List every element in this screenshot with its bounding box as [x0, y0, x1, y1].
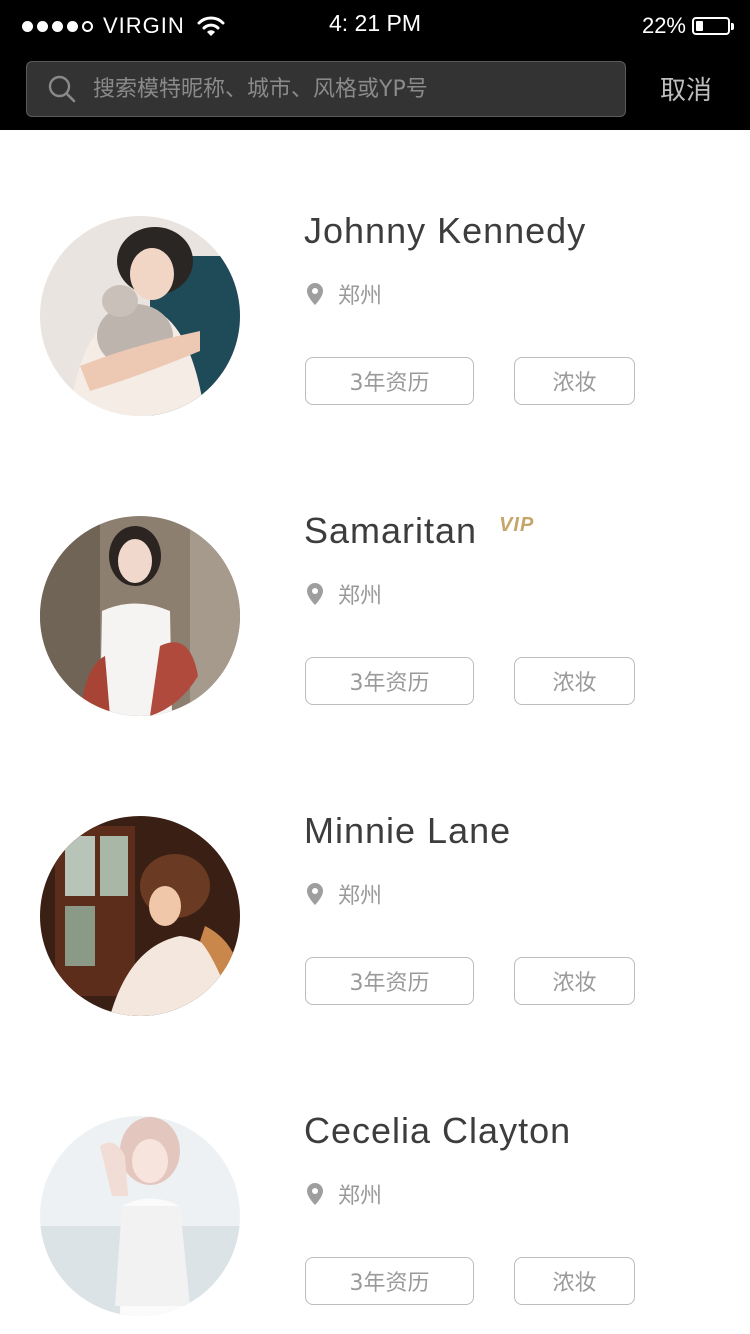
tag-group: 3年资历 浓妆 [305, 1257, 635, 1305]
tag-group: 3年资历 浓妆 [305, 657, 635, 705]
avatar[interactable] [40, 1116, 240, 1316]
location-row: 郑州 [306, 878, 382, 910]
model-name[interactable]: Johnny Kennedy [304, 210, 586, 252]
tag-group: 3年资历 浓妆 [305, 357, 635, 405]
name-row: Samaritan VIP [304, 510, 534, 552]
name-row: Minnie Lane [304, 810, 533, 852]
avatar-photo [40, 1116, 240, 1316]
location-row: 郑州 [306, 578, 382, 610]
city-label: 郑州 [338, 1184, 383, 1209]
battery-nub [731, 23, 734, 30]
vip-badge: VIP [499, 513, 535, 536]
avatar[interactable] [40, 216, 240, 416]
model-name[interactable]: Minnie Lane [304, 810, 511, 852]
search-box[interactable] [26, 61, 626, 117]
location-pin-icon [307, 883, 323, 905]
name-row: Johnny Kennedy [304, 210, 608, 252]
battery-icon [692, 17, 734, 35]
avatar-photo [40, 816, 240, 1016]
city-label: 郑州 [338, 284, 383, 309]
name-row: Cecelia Clayton [304, 1110, 593, 1152]
experience-tag: 3年资历 [305, 357, 474, 405]
model-list-item[interactable]: Cecelia Clayton 郑州 3年资历 浓妆 [0, 1030, 750, 1330]
model-list: Johnny Kennedy 郑州 3年资历 浓妆 Samaritan VIP … [0, 130, 750, 1330]
cancel-button[interactable]: 取消 [660, 70, 712, 107]
avatar[interactable] [40, 816, 240, 1016]
location-pin-icon [307, 583, 323, 605]
location-pin-icon [307, 1183, 323, 1205]
model-list-item[interactable]: Samaritan VIP 郑州 3年资历 浓妆 [0, 430, 750, 730]
search-icon [48, 75, 76, 103]
experience-tag: 3年资历 [305, 657, 474, 705]
avatar-photo [40, 516, 240, 716]
location-pin-icon [307, 283, 323, 305]
avatar[interactable] [40, 516, 240, 716]
tag-group: 3年资历 浓妆 [305, 957, 635, 1005]
experience-tag: 3年资历 [305, 957, 474, 1005]
style-tag: 浓妆 [514, 357, 635, 405]
avatar-photo [40, 216, 240, 416]
status-time: 4: 21 PM [328, 10, 422, 36]
battery-fill [696, 21, 703, 31]
experience-tag: 3年资历 [305, 1257, 474, 1305]
model-list-item[interactable]: Minnie Lane 郑州 3年资历 浓妆 [0, 730, 750, 1030]
top-bar: VIRGIN 4: 21 PM 22% 取消 [0, 0, 750, 130]
location-row: 郑州 [306, 1178, 382, 1210]
style-tag: 浓妆 [514, 1257, 635, 1305]
location-row: 郑州 [306, 278, 382, 310]
battery-percentage: 22% [641, 13, 686, 38]
city-label: 郑州 [338, 884, 383, 909]
status-bar-right: 22% [641, 12, 734, 40]
style-tag: 浓妆 [514, 657, 635, 705]
style-tag: 浓妆 [514, 957, 635, 1005]
city-label: 郑州 [338, 584, 383, 609]
search-input[interactable] [93, 69, 625, 109]
model-name[interactable]: Samaritan [304, 510, 477, 552]
model-list-item[interactable]: Johnny Kennedy 郑州 3年资历 浓妆 [0, 130, 750, 430]
model-name[interactable]: Cecelia Clayton [304, 1110, 571, 1152]
